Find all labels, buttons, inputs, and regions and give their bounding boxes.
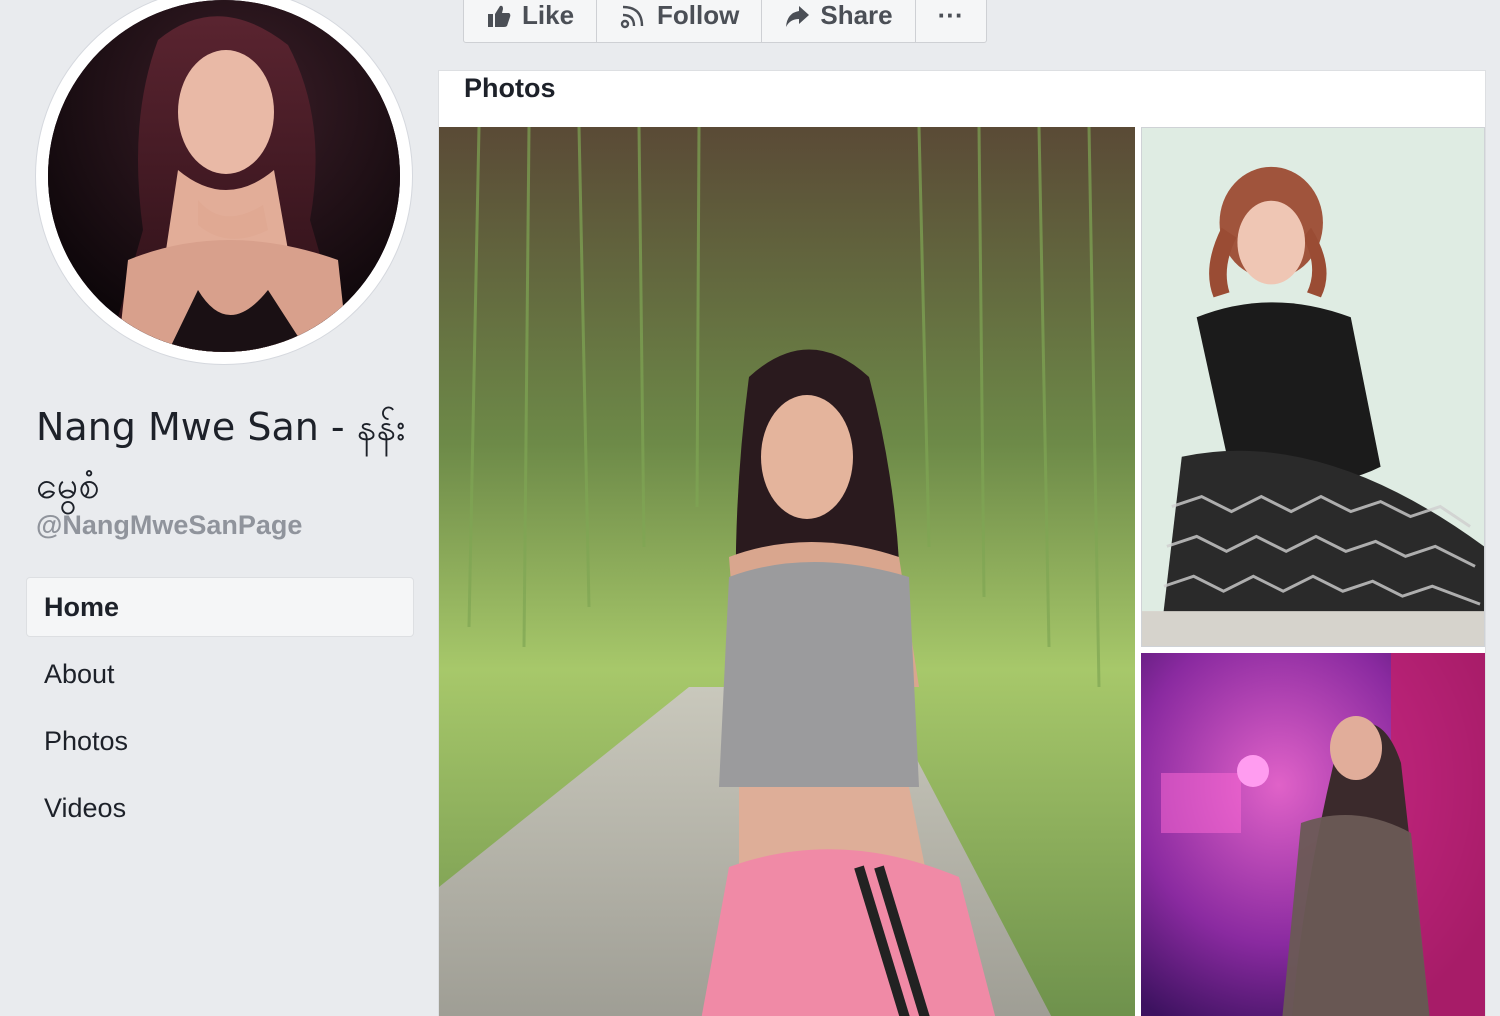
more-icon: ···: [937, 0, 964, 30]
nav-item-photos[interactable]: Photos: [26, 711, 414, 771]
page-action-bar: Like Follow Share ···: [463, 0, 987, 43]
nav-item-videos[interactable]: Videos: [26, 778, 414, 838]
rss-icon: [619, 2, 647, 30]
like-button[interactable]: Like: [464, 0, 598, 42]
page-handle[interactable]: @NangMweSanPage: [36, 510, 302, 541]
profile-picture[interactable]: [48, 0, 400, 352]
facebook-page-view: Nang Mwe San - နန်းမွေစံ @NangMweSanPage…: [0, 0, 1500, 1016]
page-edge: [1486, 0, 1500, 1016]
photo-thumbnail-3[interactable]: [1141, 653, 1485, 1016]
page-nav: Home About Photos Videos: [26, 577, 414, 845]
share-arrow-icon: [784, 3, 810, 29]
follow-button[interactable]: Follow: [597, 0, 763, 42]
share-label: Share: [820, 0, 893, 30]
follow-label: Follow: [657, 0, 740, 30]
left-column: Nang Mwe San - နန်းမွေစံ @NangMweSanPage…: [0, 0, 430, 1016]
photo-thumbnail-2[interactable]: [1141, 127, 1485, 647]
nav-item-about[interactable]: About: [26, 644, 414, 704]
page-name: Nang Mwe San - နန်းမွေစံ: [36, 405, 406, 507]
more-options-button[interactable]: ···: [916, 0, 986, 42]
share-button[interactable]: Share: [762, 0, 916, 42]
photos-section-title[interactable]: Photos: [464, 73, 556, 104]
photos-section: Photos: [438, 70, 1486, 1016]
nav-item-home[interactable]: Home: [26, 577, 414, 637]
thumbs-up-icon: [486, 3, 512, 29]
photo-thumbnail-main[interactable]: [439, 127, 1135, 1016]
like-label: Like: [522, 0, 575, 30]
